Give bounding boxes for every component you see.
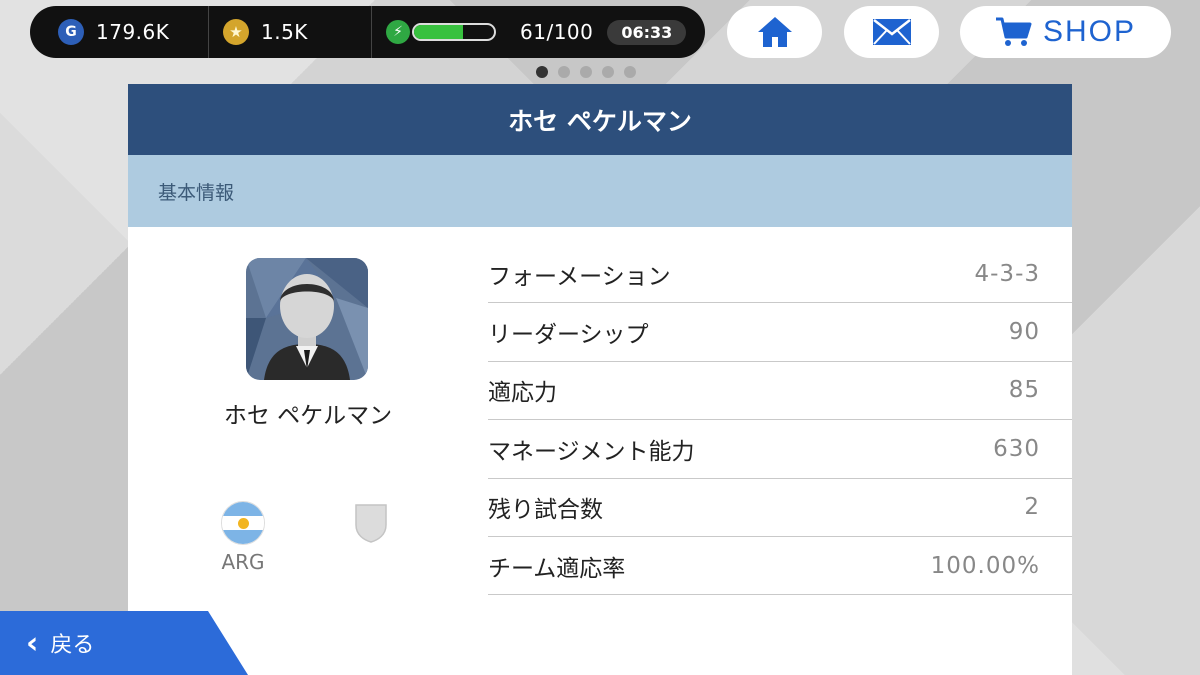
stat-label: マネージメント能力	[488, 438, 695, 465]
home-icon	[757, 17, 792, 47]
stat-label: チーム適応率	[488, 555, 626, 582]
stat-row: チーム適応率 100.00%	[488, 537, 1072, 596]
gp-balance: G 179.6K	[30, 6, 208, 58]
section-title: 基本情報	[128, 155, 1072, 227]
stat-value: 630	[993, 435, 1040, 462]
shop-button[interactable]: SHOP	[960, 6, 1171, 58]
stat-label: 適応力	[488, 380, 557, 407]
page-dot[interactable]	[580, 66, 592, 78]
stat-label: リーダーシップ	[488, 322, 649, 349]
page-dot[interactable]	[558, 66, 570, 78]
stat-row: フォーメーション 4-3-3	[488, 245, 1072, 304]
coin-value: 1.5K	[261, 20, 308, 44]
mail-icon	[872, 19, 911, 45]
stat-value: 100.00%	[930, 552, 1040, 579]
club-shield-icon	[355, 504, 387, 543]
panel-title: ホセ ペケルマン	[128, 84, 1072, 155]
energy-bar	[412, 23, 496, 41]
gp-icon: G	[58, 19, 84, 45]
coin-balance: ★ 1.5K	[208, 6, 371, 58]
argentina-flag-icon	[221, 501, 265, 545]
stat-value: 2	[1024, 494, 1040, 521]
stats-list: フォーメーション 4-3-3 リーダーシップ 90 適応力 85 マネージメント…	[488, 245, 1072, 596]
coach-name: ホセ ペケルマン	[223, 403, 393, 429]
coach-avatar	[246, 258, 368, 380]
page-dot[interactable]	[536, 66, 548, 78]
chevron-left-icon: ‹	[26, 625, 39, 661]
home-button[interactable]	[727, 6, 822, 58]
stat-row: マネージメント能力 630	[488, 420, 1072, 479]
coach-detail-panel: ホセ ペケルマン 基本情報 ホセ ペケルマン ARG フォーメーション 4-3-	[128, 84, 1072, 675]
stat-value: 85	[1008, 377, 1040, 404]
energy-timer: 06:33	[607, 19, 687, 45]
energy-value: 61/100	[520, 20, 594, 44]
stat-row: 残り試合数 2	[488, 479, 1072, 537]
stat-row: リーダーシップ 90	[488, 303, 1072, 362]
lightning-bolt-icon: ⚡	[386, 20, 410, 44]
coin-star-icon: ★	[223, 19, 249, 45]
energy-bar-fill	[414, 25, 463, 39]
page-dot[interactable]	[602, 66, 614, 78]
energy-status: ⚡ 61/100 06:33	[371, 6, 705, 58]
stat-label: 残り試合数	[488, 497, 603, 524]
stat-value: 90	[1008, 319, 1040, 346]
stat-value: 4-3-3	[974, 260, 1040, 287]
page-dot[interactable]	[624, 66, 636, 78]
mail-button[interactable]	[844, 6, 939, 58]
cart-icon	[995, 17, 1032, 46]
status-bar: G 179.6K ★ 1.5K ⚡ 61/100 06:33	[30, 6, 705, 58]
shop-label: SHOP	[1042, 15, 1137, 48]
stat-label: フォーメーション	[488, 263, 671, 290]
nation-code: ARG	[221, 550, 265, 574]
back-button[interactable]: ‹ 戻る	[0, 611, 248, 675]
page-indicator	[536, 66, 636, 78]
stat-row: 適応力 85	[488, 362, 1072, 421]
back-label: 戻る	[50, 633, 95, 658]
gp-value: 179.6K	[96, 20, 170, 44]
